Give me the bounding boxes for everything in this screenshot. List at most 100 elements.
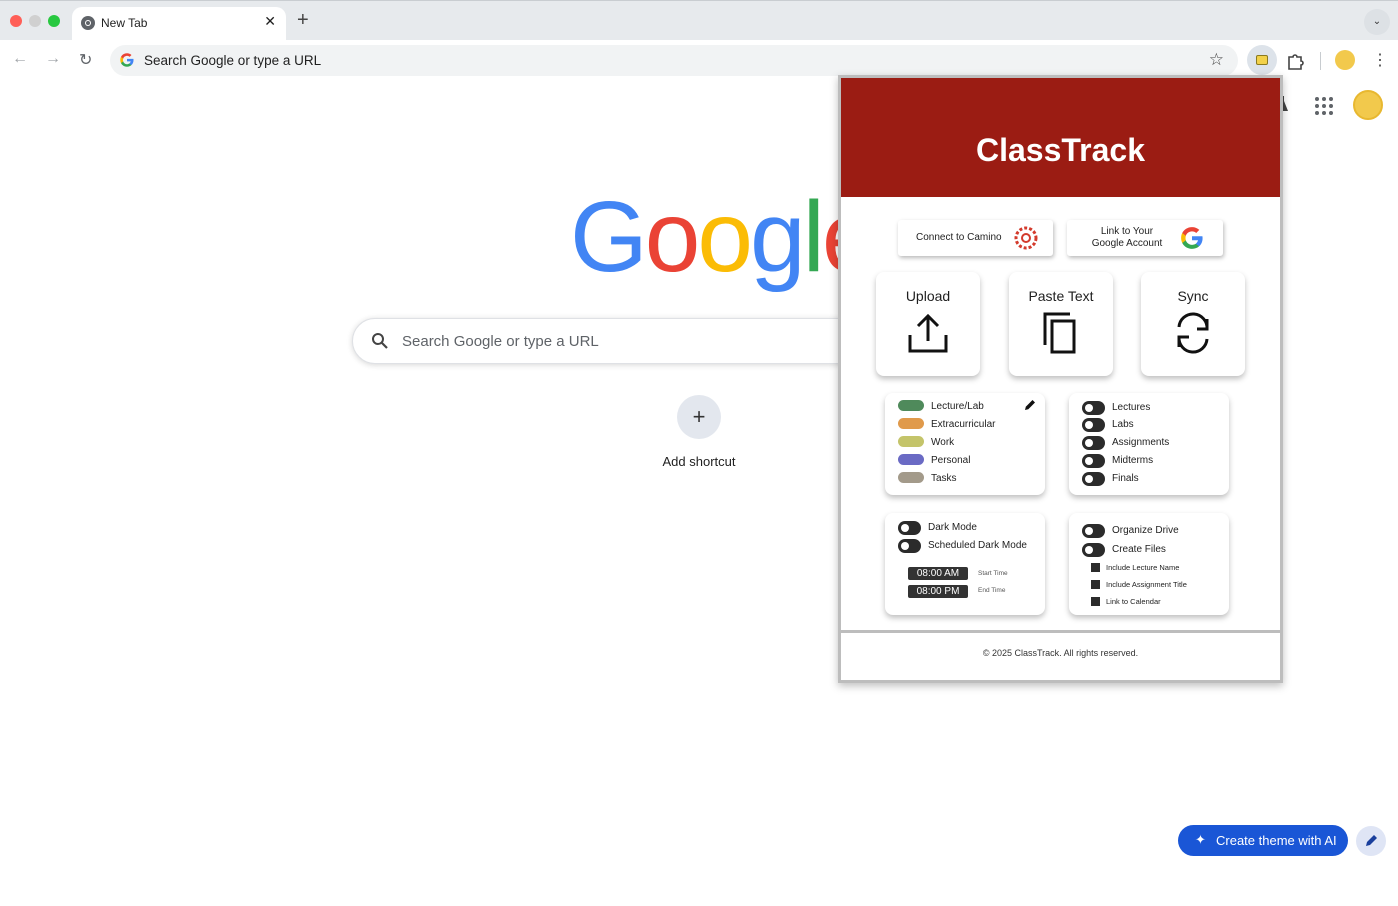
bookmark-star-icon[interactable]: ☆ bbox=[1209, 50, 1224, 70]
tab-strip: New Tab ✕ + ⌄ bbox=[0, 0, 1398, 41]
edit-pencil-icon[interactable] bbox=[1023, 398, 1037, 412]
toggle-switch[interactable] bbox=[898, 539, 921, 553]
category-label: Lecture/Lab bbox=[931, 401, 984, 412]
connect-camino-button[interactable]: Connect to Camino bbox=[898, 220, 1053, 256]
category-label: Tasks bbox=[931, 473, 957, 484]
toggle-switch[interactable] bbox=[1082, 418, 1105, 432]
address-text: Search Google or type a URL bbox=[144, 53, 322, 68]
classtrack-header: ClassTrack bbox=[841, 78, 1280, 197]
profile-avatar[interactable] bbox=[1335, 50, 1355, 70]
google-g-icon bbox=[120, 53, 134, 67]
end-time-label: End Time bbox=[978, 587, 1006, 594]
sync-button[interactable]: Sync bbox=[1141, 272, 1245, 376]
tab-search-button[interactable]: ⌄ bbox=[1364, 9, 1390, 35]
forward-button[interactable]: → bbox=[45, 50, 61, 68]
tab-title: New Tab bbox=[101, 16, 148, 30]
ntp-profile-avatar[interactable] bbox=[1353, 90, 1383, 120]
toggle-switch[interactable] bbox=[1082, 454, 1105, 468]
scheduled-dark-mode-label: Scheduled Dark Mode bbox=[928, 540, 1027, 551]
link-google-label: Link to Your Google Account bbox=[1087, 226, 1167, 250]
classtrack-extension-button[interactable] bbox=[1247, 45, 1277, 75]
scheduled-dark-mode-row[interactable]: Scheduled Dark Mode bbox=[885, 537, 1035, 555]
include-lecture-checkbox[interactable] bbox=[1091, 563, 1100, 572]
minimize-window-button[interactable] bbox=[29, 15, 41, 27]
address-bar[interactable]: Search Google or type a URL ☆ bbox=[110, 45, 1238, 76]
back-button[interactable]: ← bbox=[12, 50, 28, 68]
close-window-button[interactable] bbox=[10, 15, 22, 27]
connect-camino-label: Connect to Camino bbox=[916, 232, 1002, 243]
toggle-switch[interactable] bbox=[1082, 436, 1105, 450]
tab-close-icon[interactable]: ✕ bbox=[264, 13, 276, 30]
plus-icon: + bbox=[677, 395, 721, 439]
add-shortcut-label: Add shortcut bbox=[662, 454, 736, 469]
end-time-input[interactable]: 08:00 PM bbox=[908, 585, 968, 598]
browser-toolbar: ← → ↻ Search Google or type a URL ☆ ⋮ bbox=[0, 40, 1398, 80]
category-item[interactable]: Personal bbox=[885, 451, 1025, 469]
toggle-switch[interactable] bbox=[1082, 472, 1105, 486]
customize-pencil-button[interactable] bbox=[1356, 826, 1386, 856]
category-color-swatch bbox=[898, 400, 924, 411]
paste-text-button[interactable]: Paste Text bbox=[1009, 272, 1113, 376]
upload-button[interactable]: Upload bbox=[876, 272, 980, 376]
create-files-row[interactable]: Create Files bbox=[1069, 541, 1219, 559]
link-google-account-button[interactable]: Link to Your Google Account bbox=[1067, 220, 1223, 256]
logo-letter: o bbox=[697, 181, 753, 293]
dark-mode-toggle-row[interactable]: Dark Mode bbox=[885, 519, 1035, 537]
category-color-swatch bbox=[898, 418, 924, 429]
footer-divider bbox=[841, 630, 1280, 633]
organize-drive-label: Organize Drive bbox=[1112, 525, 1179, 536]
start-time-label: Start Time bbox=[978, 570, 1008, 577]
copy-icon bbox=[1043, 312, 1076, 354]
include-assignment-checkbox[interactable] bbox=[1091, 580, 1100, 589]
category-color-swatch bbox=[898, 436, 924, 447]
filter-label: Lectures bbox=[1112, 402, 1151, 413]
tab-new-tab[interactable]: New Tab ✕ bbox=[72, 7, 286, 41]
organize-drive-row[interactable]: Organize Drive bbox=[1069, 522, 1219, 540]
category-item[interactable]: Lecture/Lab bbox=[885, 397, 1025, 415]
dark-mode-card: Dark Mode Scheduled Dark Mode 08:00 AM S… bbox=[885, 513, 1045, 615]
toolbar-separator bbox=[1320, 52, 1321, 70]
reload-button[interactable]: ↻ bbox=[79, 50, 92, 70]
google-logo: Google bbox=[570, 181, 877, 293]
include-lecture-label: Include Lecture Name bbox=[1106, 563, 1180, 572]
sync-label: Sync bbox=[1177, 288, 1209, 304]
filter-toggle-midterms[interactable]: Midterms bbox=[1069, 452, 1219, 470]
filter-toggle-lectures[interactable]: Lectures bbox=[1069, 399, 1219, 417]
category-label: Work bbox=[931, 437, 955, 448]
link-google-line1: Link to Your bbox=[1100, 226, 1154, 237]
search-placeholder: Search Google or type a URL bbox=[402, 333, 599, 350]
browser-menu-icon[interactable]: ⋮ bbox=[1372, 50, 1388, 70]
create-theme-ai-button[interactable]: ✦ Create theme with AI bbox=[1178, 825, 1348, 856]
toggle-switch[interactable] bbox=[1082, 524, 1105, 538]
camino-logo-icon bbox=[1014, 226, 1038, 250]
filter-toggle-finals[interactable]: Finals bbox=[1069, 470, 1219, 488]
dark-mode-label: Dark Mode bbox=[928, 522, 977, 533]
filter-label: Labs bbox=[1112, 419, 1134, 430]
filter-toggle-labs[interactable]: Labs bbox=[1069, 416, 1219, 434]
toggle-switch[interactable] bbox=[1082, 401, 1105, 415]
google-apps-icon[interactable] bbox=[1315, 97, 1333, 115]
upload-label: Upload bbox=[905, 288, 951, 304]
filter-label: Midterms bbox=[1112, 455, 1154, 466]
category-item[interactable]: Extracurricular bbox=[885, 415, 1025, 433]
toggle-switch[interactable] bbox=[898, 521, 921, 535]
category-label: Personal bbox=[931, 455, 971, 466]
category-item[interactable]: Tasks bbox=[885, 469, 1025, 487]
classtrack-extension-icon bbox=[1256, 55, 1268, 65]
sync-icon bbox=[1177, 312, 1209, 354]
add-shortcut-button[interactable]: + Add shortcut bbox=[659, 395, 739, 475]
category-item[interactable]: Work bbox=[885, 433, 1025, 451]
link-calendar-checkbox[interactable] bbox=[1091, 597, 1100, 606]
filter-label: Assignments bbox=[1112, 437, 1170, 448]
extensions-puzzle-icon[interactable] bbox=[1286, 51, 1306, 71]
maximize-window-button[interactable] bbox=[48, 15, 60, 27]
start-time-input[interactable]: 08:00 AM bbox=[908, 567, 968, 580]
category-label: Extracurricular bbox=[931, 419, 996, 430]
filter-toggle-assignments[interactable]: Assignments bbox=[1069, 434, 1219, 452]
new-tab-button[interactable]: + bbox=[297, 10, 309, 30]
chrome-icon bbox=[81, 16, 95, 30]
filter-label: Finals bbox=[1112, 473, 1139, 484]
toggle-switch[interactable] bbox=[1082, 543, 1105, 557]
logo-letter: l bbox=[802, 181, 825, 293]
logo-letter: G bbox=[570, 181, 648, 293]
